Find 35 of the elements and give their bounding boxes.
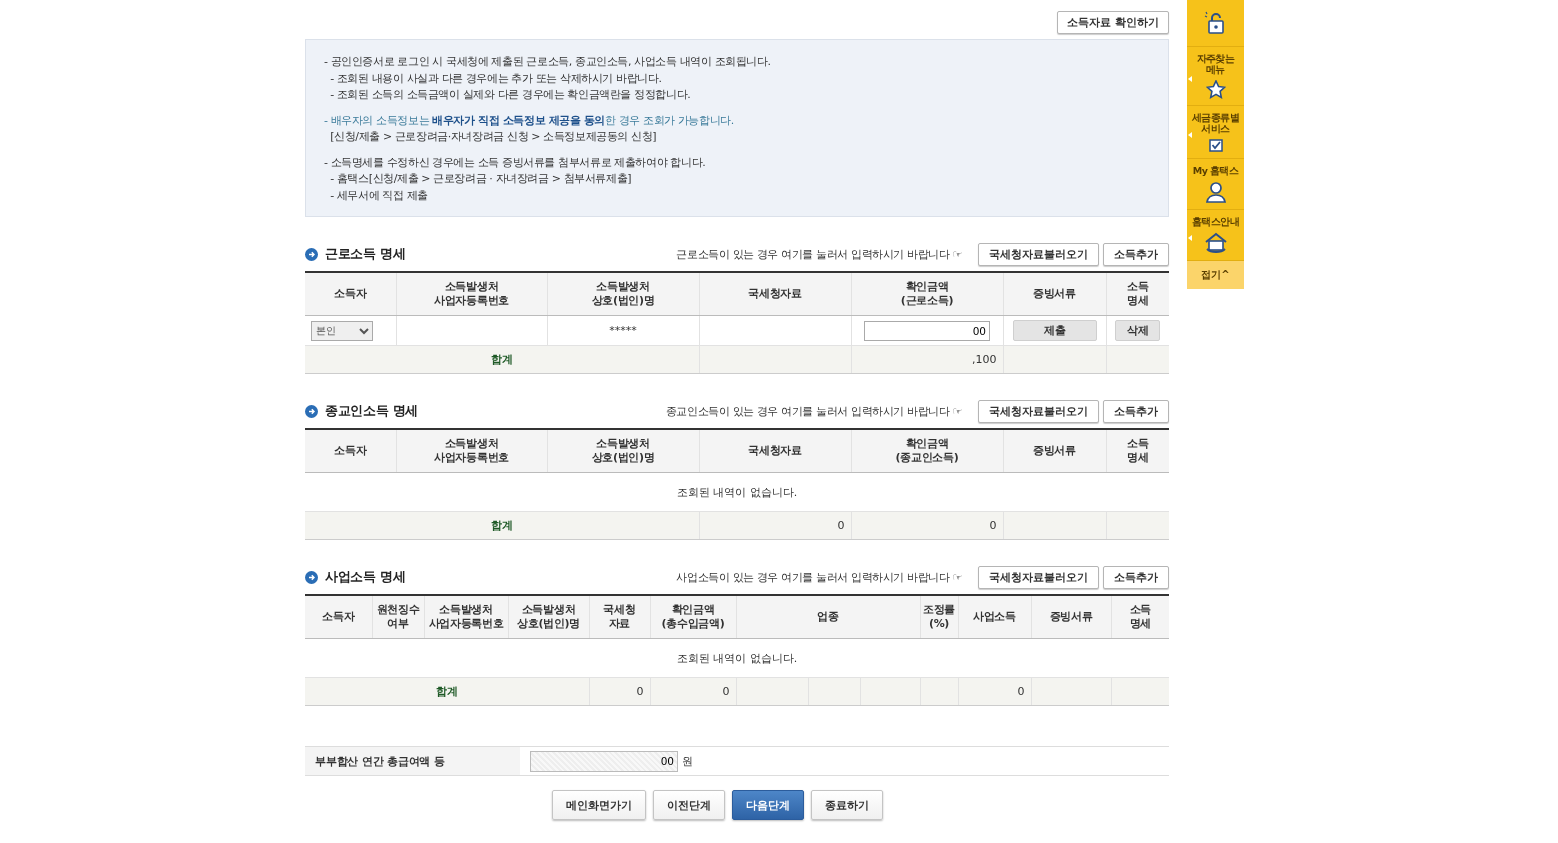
- notice-text: [신청/제출 > 근로장려금·자녀장려금 신청 > 소득정보제공동의 신청]: [329, 129, 658, 145]
- total-amount: 0: [989, 519, 997, 532]
- notice-text: - 홈택스[신청/제출 > 근로장려금 · 자녀장려금 > 첨부서류제출]: [329, 171, 633, 187]
- section-title: 사업소득 명세: [325, 568, 406, 586]
- sidebar-item[interactable]: My 홈택스: [1187, 159, 1244, 210]
- notice-text: - 조회된 내용이 사실과 다른 경우에는 추가 또는 삭제하시기 바랍니다.: [329, 70, 663, 87]
- star-icon: [1205, 80, 1226, 99]
- checkbox-icon: [1208, 139, 1223, 152]
- person-icon: [1204, 181, 1227, 203]
- notice-text: - 조회된 소득의 소득금액이 실제와 다른 경우에는 확인금액란을 정정합니다.: [329, 87, 692, 103]
- notice-text: - 소득명세를 수정하신 경우에는 소득 증빙서류를 첨부서류로 제출하여야 합니다.: [324, 154, 707, 171]
- section-title: 근로소득 명세: [325, 245, 406, 263]
- total-amount: 0: [1017, 685, 1025, 698]
- notice-text: - 세무서에 직접 제출: [329, 187, 429, 204]
- total-label: 합계: [490, 519, 513, 532]
- sidebar-item[interactable]: 세금종류별 서비스: [1187, 106, 1244, 159]
- hint-text: 종교인소득이 있는 경우 여기를 눌러서 입력하시기 바랍니다 ☞: [665, 403, 962, 419]
- empty-message: 조회된 내역이 없습니다.: [676, 485, 798, 499]
- sidebar-item[interactable]: 자주찾는 메뉴: [1187, 47, 1244, 106]
- total-label: 합계: [435, 685, 458, 698]
- total-amount: 0: [837, 519, 845, 532]
- empty-message: 조회된 내역이 없습니다.: [676, 651, 798, 665]
- total-label: 합계: [490, 353, 513, 366]
- check-income-button[interactable]: 소득자료 확인하기: [1057, 11, 1169, 34]
- total-amount: 0: [636, 685, 644, 698]
- collapse-button[interactable]: 접기^: [1187, 261, 1244, 289]
- total-amount: 0: [722, 685, 730, 698]
- notice-text: - 배우자의 소득정보는 배우자가 직접 소득정보 제공을 동의한 경우 조회가 가능합니다.: [324, 112, 735, 129]
- section-title: 종교인소득 명세: [325, 402, 418, 420]
- total-amount: ,100: [972, 353, 997, 366]
- unit-label: 원: [682, 753, 693, 769]
- hint-text: 근로소득이 있는 경우 여기를 눌러서 입력하시기 바랍니다 ☞: [676, 246, 962, 262]
- hint-text: 사업소득이 있는 경우 여기를 눌러서 입력하시기 바랍니다 ☞: [676, 569, 962, 585]
- notice-text: - 공인인증서로 로그인 시 국세청에 제출된 근로소득, 종교인소득, 사업소득 내역이 조회됩니다.: [324, 54, 772, 70]
- table-cell: *****: [609, 324, 637, 337]
